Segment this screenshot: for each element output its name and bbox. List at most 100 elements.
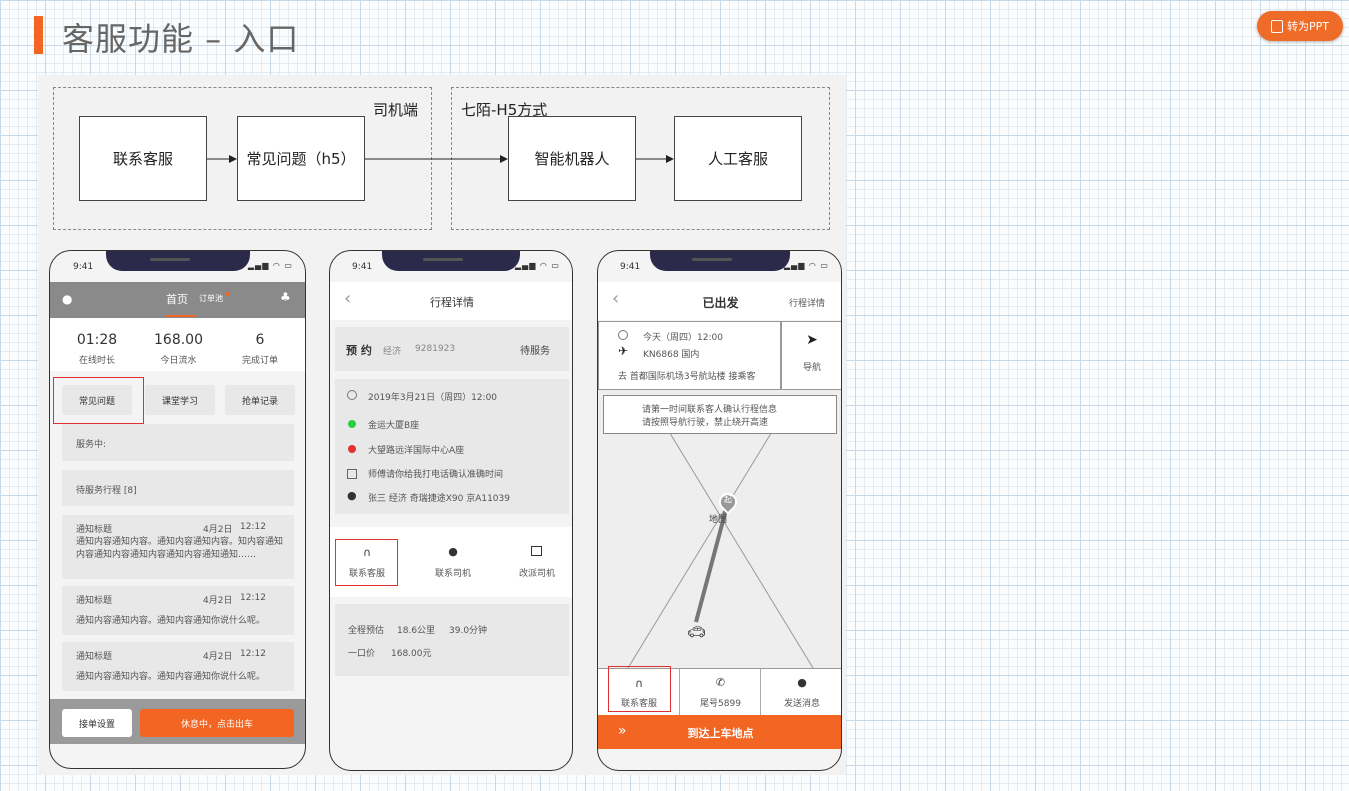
status-icons: ▂▄▆ ◠ ▭ [783,261,829,270]
phone-notch [106,251,250,271]
notice-title: 通知标题 [76,652,113,662]
start-pin-label: 起 [724,495,732,504]
notice-body: 通知内容通知内容。通知内容通知内容。知内容通知内容通知内容通知内容通知内容通知通… [76,537,284,560]
stat-revenue-value: 168.00 [154,332,203,348]
end-address: 大望路远洋国际中心A座 [368,446,465,456]
trip-datetime: 2019年3月21日（周四）12:00 [368,393,498,403]
person-icon: ● [448,545,458,558]
estimate-label: 全程预估 [348,626,385,636]
arrive-pickup-label: 到达上车地点 [687,727,754,740]
stats-panel: 01:28 在线时长 168.00 今日流水 6 完成订单 [50,318,305,371]
notice-date: 4月2日 [203,596,233,606]
phone-tail-label: 尾号5899 [700,699,741,709]
trip-detail-link[interactable]: 行程详情 [789,296,825,309]
chat-icon: ● [797,676,807,689]
bottom-bar: 接单设置 休息中，点击出车 [50,699,305,744]
end-dot-icon [348,445,356,453]
price-value: 168.00元 [391,649,432,659]
car-icon: 🚗︎ [687,623,707,641]
navigate-button[interactable]: ➤ 导航 [781,321,841,390]
pickup-time: 今天（周四）12:00 [643,333,723,343]
notice-item[interactable]: 通知标题 4月2日 12:12 通知内容通知内容。通知内容通知你说什么呢。 [62,586,294,635]
contact-driver-label: 联系司机 [434,569,471,579]
notice-time: 12:12 [240,649,266,659]
pending-trips-label: 待服务行程 [8] [76,486,137,496]
convert-ppt-button[interactable]: 转为PPT [1257,11,1343,41]
start-dot-icon [348,420,356,428]
navigate-label: 导航 [802,363,821,373]
notice-date: 4月2日 [203,525,233,535]
map-label: 地图 [709,515,728,525]
booking-label: 预 约 [346,344,372,357]
estimate-duration: 39.0分钟 [449,626,488,636]
status-icons: ▂▄▆ ◠ ▭ [514,261,560,270]
phone-notch [650,251,790,271]
in-service-card[interactable]: 服务中: [62,424,294,461]
arrive-pickup-button[interactable]: » 到达上车地点 [598,715,841,749]
convert-ppt-label: 转为PPT [1287,20,1329,33]
flow-arrows [207,155,674,163]
nav-title: 行程详情 [430,296,474,309]
status-time: 9:41 [73,262,94,272]
order-number: 9281923 [415,344,456,354]
bell-icon[interactable]: ♣ [280,290,291,304]
notice-title: 通知标题 [76,525,113,535]
phone-notch [382,251,520,271]
notice-title: 通知标题 [76,596,113,606]
notice-body: 通知内容通知内容。通知内容通知你说什么呢。 [76,672,266,682]
status-time: 9:41 [620,262,641,272]
pickup-destination: 去 首都国际机场3号航站楼 接乘客 [618,372,756,382]
notice-time: 12:12 [240,593,266,603]
stat-orders-value: 6 [255,332,265,348]
passenger-info: 张三 经济 奇瑞捷途X90 京A11039 [368,494,510,504]
calendar-icon [531,546,542,556]
clock-icon [618,330,628,340]
trip-info-card: 2019年3月21日（周四）12:00 金运大厦B座 大望路远洋国际中心A座 师… [335,379,569,514]
plane-icon: ✈ [618,344,629,358]
tab-home-underline [165,315,195,317]
status-icons: ▂▄▆ ◠ ▭ [247,261,293,270]
booking-card: 预 约 经济 9281923 待服务 [335,327,569,371]
quick-grab-record-button[interactable]: 抢单记录 [225,385,295,415]
estimate-distance: 18.6公里 [397,626,436,636]
call-passenger-action[interactable]: ✆ 尾号5899 [680,669,761,716]
booking-type: 经济 [383,347,402,357]
nav-bar: ‹ 行程详情 [330,282,572,320]
stat-online-label: 在线时长 [78,356,115,366]
passenger-note: 师傅请你给我打电话确认准确时间 [368,470,504,480]
order-status: 待服务 [520,346,550,357]
trip-summary: 今天（周四）12:00 ✈ KN6868 国内 去 首都国际机场3号航站楼 接乘… [598,321,781,390]
notice-item[interactable]: 通知标题 4月2日 12:12 通知内容通知内容。通知内容通知你说什么呢。 [62,642,294,691]
faq-highlight [53,377,144,424]
notice-time: 12:12 [240,522,266,532]
stat-revenue-label: 今日流水 [160,356,197,366]
send-message-label: 发送消息 [783,699,820,709]
passenger-icon: ● [347,489,357,502]
tip-line-2: 请按照导航行驶，禁止绕开高速 [642,418,769,428]
ppt-icon [1271,19,1283,33]
order-settings-button[interactable]: 接单设置 [62,709,132,737]
go-online-button[interactable]: 休息中，点击出车 [140,709,294,737]
tab-order-pool[interactable]: 订单池 [199,293,223,304]
in-service-label: 服务中: [76,440,107,450]
contact-bar: ∩ 联系客服 ✆ 尾号5899 ● 发送消息 [598,666,841,716]
contact-service-highlight [608,666,671,712]
note-icon [347,469,357,479]
notice-body: 通知内容通知内容。通知内容通知你说什么呢。 [76,616,266,626]
nav-bar: ‹ 已出发 行程详情 [598,282,841,320]
stat-orders-label: 完成订单 [241,356,278,366]
contact-driver-action[interactable]: ● 联系司机 [422,540,484,586]
notice-item[interactable]: 通知标题 4月2日 12:12 通知内容通知内容。通知内容通知内容。知内容通知内… [62,515,294,579]
pending-trips-card[interactable]: 待服务行程 [8] [62,470,294,506]
tab-home[interactable]: 首页 [166,291,188,307]
home-header: ● 首页 订单池 ♣ [50,282,305,318]
send-message-action[interactable]: ● 发送消息 [761,669,841,716]
contact-service-highlight [335,539,398,586]
reassign-driver-action[interactable]: 改派司机 [506,540,568,586]
navigation-arrow-icon: ➤ [806,332,818,348]
clock-icon [347,390,357,400]
action-bar: ∩ 联系客服 ● 联系司机 改派司机 [330,527,572,597]
phone-icon: ✆ [715,676,726,689]
quick-class-button[interactable]: 课堂学习 [145,385,215,415]
user-icon[interactable]: ● [62,292,72,306]
